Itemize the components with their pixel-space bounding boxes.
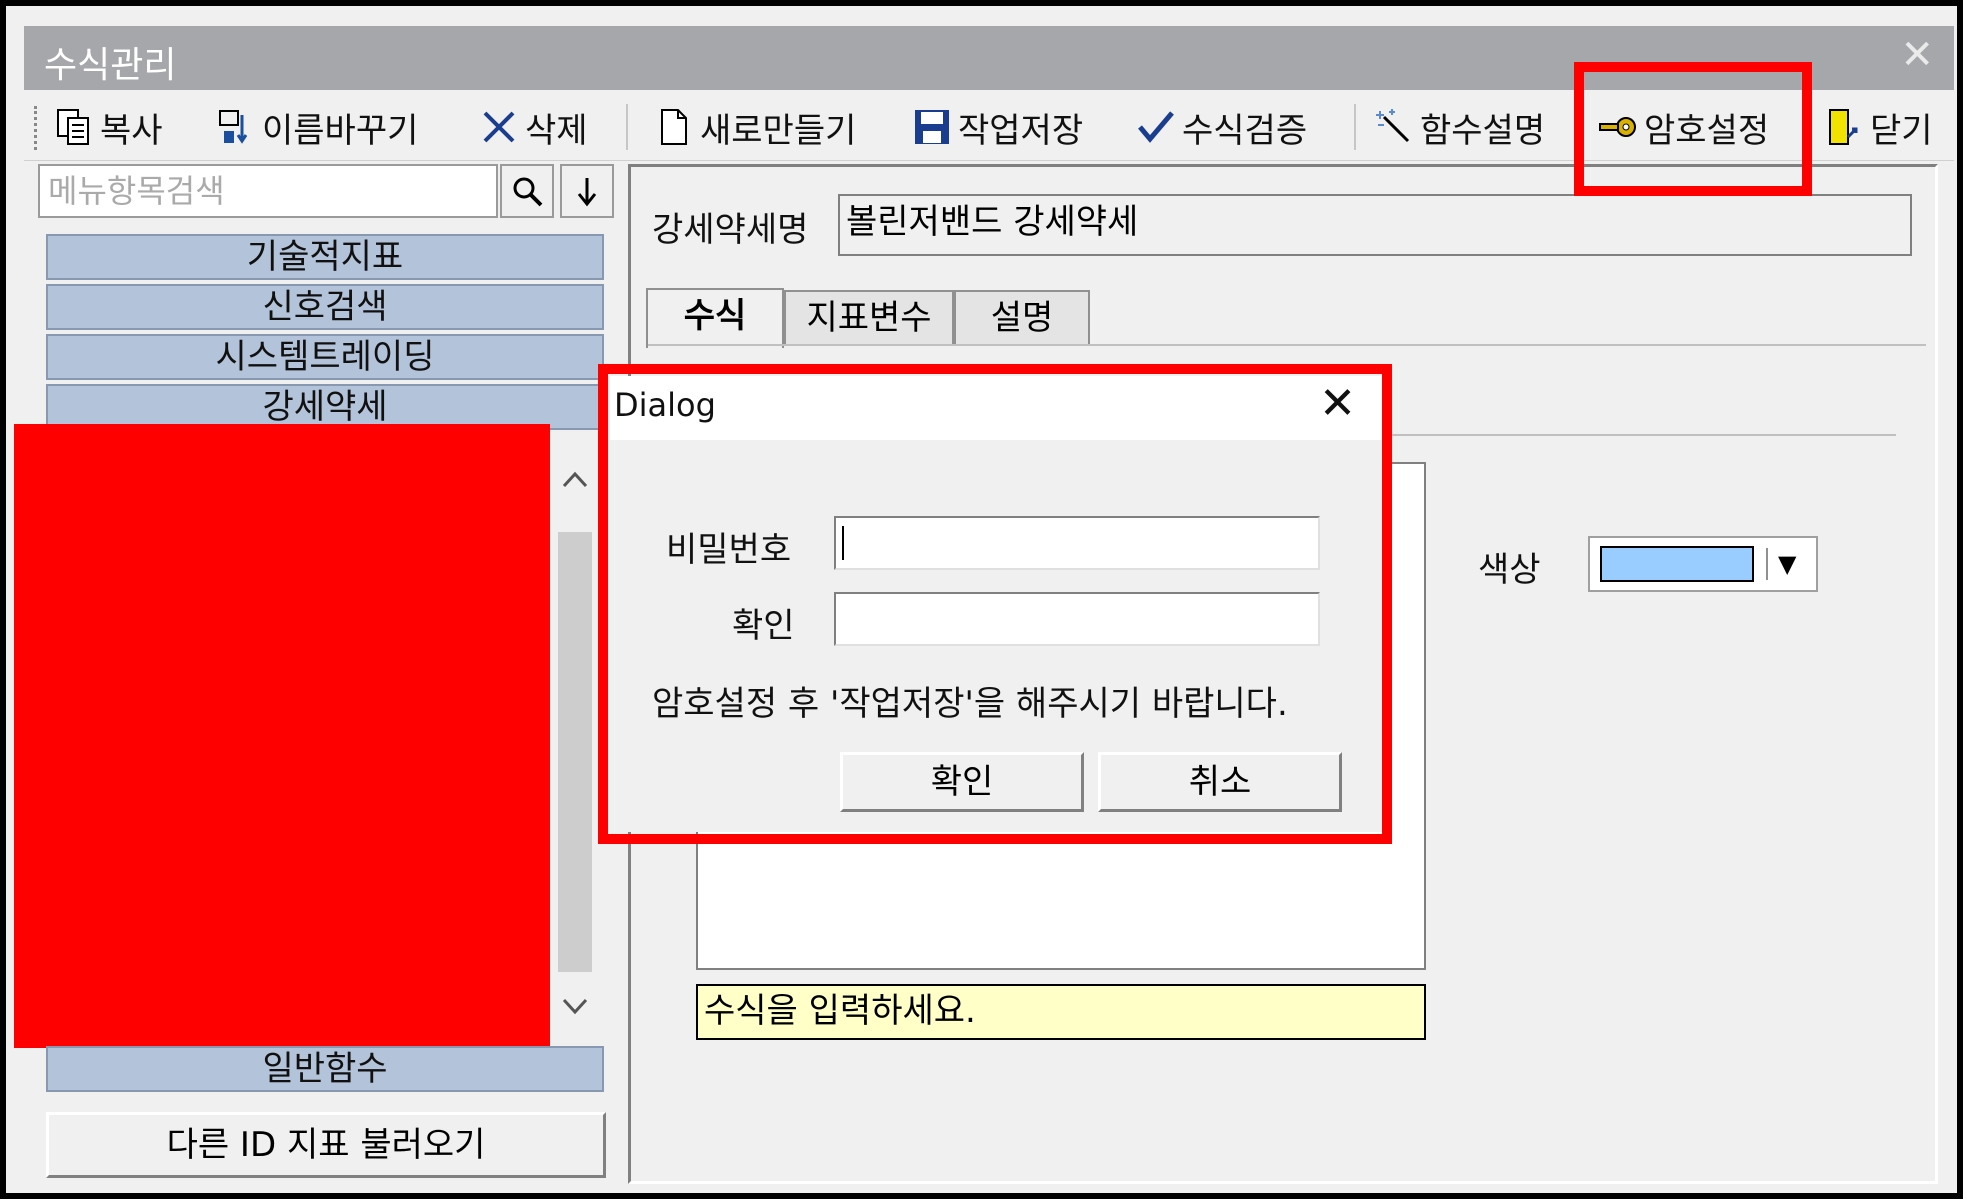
arrow-down-icon: [577, 178, 597, 207]
name-field[interactable]: 볼린저밴드 강세약세: [838, 194, 1912, 256]
function-help-label: 함수설명: [1420, 110, 1546, 151]
delete-button[interactable]: 삭제: [479, 102, 588, 152]
save-label: 작업저장: [958, 110, 1084, 151]
app-window: 수식관리 ✕ 복사 이름바꾸기 삭제 새로만들기 작업저장 수식검증 함수설명 …: [0, 0, 1963, 1199]
redaction-block: [14, 424, 550, 1048]
save-icon: [915, 110, 949, 144]
function-help-button[interactable]: 함수설명: [1374, 102, 1545, 152]
category-system-trading[interactable]: 시스템트레이딩: [46, 334, 604, 380]
color-label: 색상: [1478, 550, 1541, 590]
tab-divider: [648, 344, 1926, 346]
new-button[interactable]: 새로만들기: [654, 102, 856, 152]
verify-button[interactable]: 수식검증: [1136, 102, 1307, 152]
sidebar-scrollbar[interactable]: [554, 446, 596, 1042]
save-button[interactable]: 작업저장: [912, 102, 1083, 152]
search-next-button[interactable]: [560, 164, 614, 218]
formula-hint: 수식을 입력하세요.: [696, 984, 1426, 1040]
close-icon[interactable]: ✕: [1900, 32, 1934, 78]
load-other-id-button[interactable]: 다른 ID 지표 불러오기: [46, 1112, 606, 1178]
delete-label: 삭제: [525, 110, 588, 151]
scrollbar-thumb[interactable]: [558, 532, 592, 972]
toolbar-grip[interactable]: [34, 106, 43, 150]
tab-formula[interactable]: 수식: [646, 288, 784, 348]
highlight-dialog: [598, 364, 1392, 844]
tab-description[interactable]: 설명: [954, 290, 1090, 346]
rename-button[interactable]: 이름바꾸기: [216, 102, 418, 152]
category-general-functions[interactable]: 일반함수: [46, 1046, 604, 1092]
search-icon: [513, 177, 543, 207]
highlight-password-set: [1574, 62, 1812, 196]
rename-icon: [219, 110, 248, 144]
toolbar-divider: [1354, 104, 1356, 150]
verify-label: 수식검증: [1182, 110, 1308, 151]
category-technical-indicators[interactable]: 기술적지표: [46, 234, 604, 280]
check-icon: [1138, 111, 1174, 143]
category-signal-search[interactable]: 신호검색: [46, 284, 604, 330]
copy-button[interactable]: 복사: [54, 102, 163, 152]
color-swatch: [1600, 546, 1754, 582]
color-dropdown-divider: [1766, 548, 1768, 580]
scroll-down-icon[interactable]: [554, 986, 596, 1026]
color-picker[interactable]: ▼: [1588, 536, 1818, 592]
tab-indicator-variables[interactable]: 지표변수: [784, 290, 954, 346]
new-label: 새로만들기: [700, 110, 857, 151]
magic-wand-icon: [1376, 109, 1410, 143]
copy-icon: [57, 109, 89, 145]
new-document-icon: [661, 109, 687, 145]
name-label: 강세약세명: [652, 210, 809, 250]
search-button[interactable]: [500, 164, 554, 218]
close-label: 닫기: [1870, 110, 1933, 151]
window-title: 수식관리: [44, 45, 177, 86]
scroll-up-icon[interactable]: [554, 460, 596, 500]
exit-door-icon: [1829, 109, 1858, 145]
close-button[interactable]: 닫기: [1824, 102, 1933, 152]
menu-search-input[interactable]: 메뉴항목검색: [38, 164, 498, 218]
section-divider: [1386, 434, 1896, 436]
rename-label: 이름바꾸기: [262, 110, 419, 151]
copy-label: 복사: [100, 110, 163, 151]
delete-icon: [483, 111, 515, 143]
toolbar-divider: [626, 104, 628, 150]
dropdown-arrow-icon[interactable]: ▼: [1778, 550, 1796, 578]
